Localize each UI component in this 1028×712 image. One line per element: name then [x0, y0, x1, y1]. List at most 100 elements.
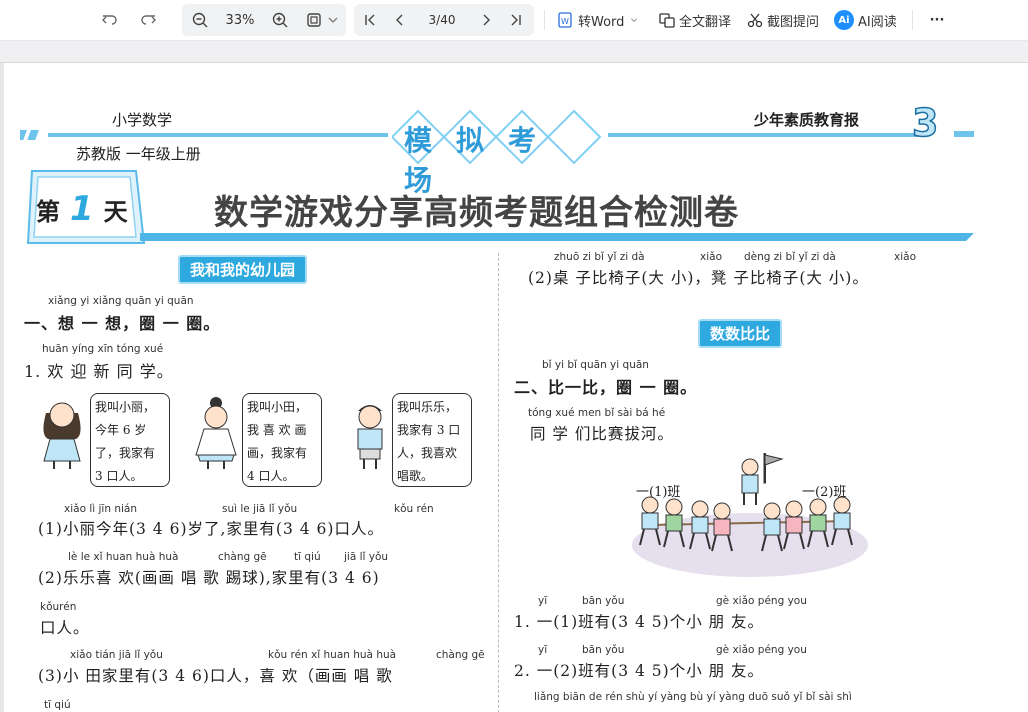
pinyin: suì le jiā lǐ yǒu [222, 503, 298, 515]
pinyin: xiǎng yi xiǎng quān yi quān [48, 295, 194, 307]
pinyin: tī qiú [44, 699, 71, 711]
issue-number: 3 [911, 100, 939, 146]
more-button[interactable]: ··· [924, 6, 950, 34]
question-1-2-continued: 口人。 [40, 619, 90, 637]
pinyin: liǎng biān de rén shù yí yàng bù yí yàng… [534, 691, 852, 703]
chevron-left-icon [391, 11, 409, 29]
undo-icon [101, 11, 119, 29]
question-1-1: (1)小丽今年(3 4 6)岁了,家里有(3 4 6)口人。 [38, 520, 384, 538]
pinyin: lè le xǐ huan huà huà [68, 551, 179, 563]
question-1-3: (3)小 田家里有(3 4 6)口人，喜 欢（画画 唱 歌 [38, 667, 393, 685]
pinyin: jiā lǐ yǒu [344, 551, 389, 563]
last-page-button[interactable] [504, 6, 528, 34]
section-pill-counting: 数数比比 [698, 319, 783, 348]
scissors-icon [746, 11, 764, 29]
zoom-in-button[interactable] [268, 6, 292, 34]
convert-to-word-button[interactable]: W 转Word [556, 6, 646, 34]
svg-text:W: W [561, 17, 569, 26]
word-icon: W [556, 11, 574, 29]
speech-bubble-xiaoli: 我叫小丽，今年 6 岁了，我家有 3 口人。 [90, 393, 170, 487]
pinyin: bān yǒu [582, 595, 625, 607]
girl-xiaoli-illustration [43, 402, 81, 469]
redo-icon [139, 11, 157, 29]
first-page-button[interactable] [358, 6, 382, 34]
question-2-heading: 二、比一比，圈 一 圈。 [514, 378, 698, 397]
translate-icon [658, 11, 676, 29]
day-prefix: 第 [36, 198, 60, 226]
page-edge [0, 63, 4, 712]
screenshot-ask-label: 截图提问 [767, 14, 820, 30]
pinyin: gè xiǎo péng you [716, 644, 807, 656]
pinyin: zhuō zi bǐ yǐ zi dà [554, 251, 645, 263]
question-2-continued: (2)桌 子比椅子(大 小)，凳 子比椅子(大 小)。 [528, 269, 869, 287]
page-indicator[interactable]: 3/40 [420, 6, 464, 34]
pinyin: xiǎo lì jīn nián [64, 503, 137, 515]
zoom-out-icon [191, 11, 209, 29]
pinyin: chàng gē [436, 649, 485, 661]
redo-button[interactable] [136, 6, 160, 34]
first-page-icon [361, 11, 379, 29]
pinyin: gè xiǎo péng you [716, 595, 807, 607]
toolbar: 33% 3/40 W 转Word 全文翻译 截图提问 Ai AI阅读 ··· [0, 0, 1028, 40]
pinyin: yī [538, 595, 548, 607]
pinyin: kǒu rén [394, 503, 434, 515]
day-suffix: 天 [103, 198, 128, 226]
chevron-down-icon [628, 11, 640, 29]
speech-bubble-lele: 我叫乐乐，我家有 3 口人，我喜欢唱歌。 [392, 393, 472, 487]
pinyin: bān yǒu [582, 644, 625, 656]
pinyin: bǐ yi bǐ quān yi quān [542, 359, 649, 371]
question-1-heading: 一、想 一 想，圈 一 圈。 [24, 314, 221, 333]
question-2-1: 1. 一(1)班有(3 4 5)个小 朋 友。 [514, 613, 765, 631]
pinyin: xiǎo [700, 251, 722, 263]
prev-page-button[interactable] [388, 6, 412, 34]
zoom-in-icon [271, 11, 289, 29]
undo-button[interactable] [98, 6, 122, 34]
column-divider [498, 253, 499, 712]
section-pill-kindergarten: 我和我的幼儿园 [178, 255, 308, 284]
pinyin: yī [538, 644, 548, 656]
day-number: 1 [70, 189, 94, 229]
pdf-reader-window: 33% 3/40 W 转Word 全文翻译 截图提问 Ai AI阅读 ··· 小… [0, 0, 1028, 712]
ai-read-button[interactable]: Ai AI阅读 [834, 6, 904, 34]
class-1-label: 一(1)班 [636, 485, 681, 500]
fit-page-button[interactable] [302, 6, 326, 34]
pinyin: tī qiú [294, 551, 321, 563]
question-1-2: (2)乐乐喜 欢(画画 唱 歌 踢球),家里有(3 4 6) [38, 569, 380, 587]
zoom-out-button[interactable] [188, 6, 212, 34]
item-1-text: 1. 欢 迎 新 同 学。 [24, 362, 174, 381]
pinyin: chàng gē [218, 551, 267, 563]
speech-bubble-xiaotian: 我叫小田，我 喜 欢 画 画，我家有 4 口人。 [242, 393, 322, 487]
pinyin: xiǎo [894, 251, 916, 263]
toolbar-divider [912, 10, 913, 30]
day-badge: 第1天 [36, 189, 128, 229]
question-2-2: 2. 一(2)班有(3 4 5)个小 朋 友。 [514, 662, 765, 680]
exam-title: 数学游戏分享高频考题组合检测卷 [214, 193, 739, 233]
document-page: 小学数学 苏教版 一年级上册 模拟考场 少年素质教育报 3 第 1 天 数学游戏… [0, 62, 1028, 712]
pinyin: xiǎo tián jiā lǐ yǒu [70, 649, 163, 661]
chevron-right-icon [477, 11, 495, 29]
newspaper-name: 少年素质教育报 [754, 111, 860, 129]
ai-read-label: AI阅读 [858, 14, 897, 30]
screenshot-ask-button[interactable]: 截图提问 [746, 6, 820, 34]
last-page-icon [507, 11, 525, 29]
next-page-button[interactable] [474, 6, 498, 34]
full-translate-label: 全文翻译 [679, 14, 732, 30]
title-underline [140, 233, 974, 241]
chevron-down-icon [324, 11, 342, 29]
pinyin: kǒu rén xǐ huan huà huà [268, 649, 397, 661]
fit-dropdown[interactable] [326, 6, 340, 34]
class-2-label: 一(2)班 [802, 485, 847, 500]
pinyin: kǒurén [40, 601, 77, 613]
pinyin: huān yíng xīn tóng xué [42, 343, 164, 355]
ai-icon: Ai [834, 10, 854, 30]
pinyin: dèng zi bǐ yǐ zi dà [744, 251, 836, 263]
boy-lele-illustration [357, 405, 383, 469]
convert-to-word-label: 转Word [578, 14, 625, 30]
canvas-background [0, 40, 1028, 64]
fit-page-icon [305, 11, 323, 29]
toolbar-divider [544, 10, 545, 30]
zoom-level[interactable]: 33% [220, 6, 260, 34]
tug-of-war-intro: 同 学 们比赛拔河。 [530, 425, 674, 443]
full-translate-button[interactable]: 全文翻译 [658, 6, 734, 34]
pinyin: tóng xué men bǐ sài bá hé [528, 407, 666, 419]
